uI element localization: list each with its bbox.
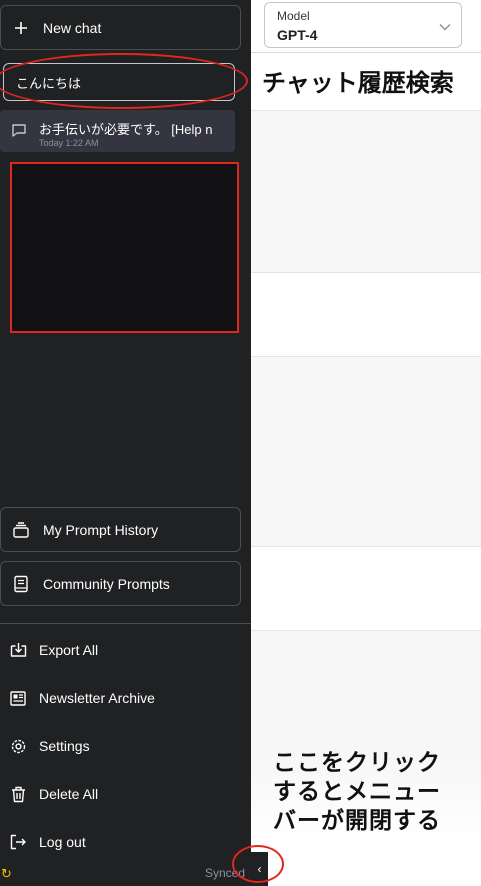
annotation-line: ここをクリック — [273, 749, 441, 775]
annotation-line: バーが開閉する — [273, 807, 441, 833]
conversation-title: お手伝いが必要です。 [Help n — [39, 122, 213, 137]
plus-icon — [11, 18, 31, 38]
community-prompts-button[interactable]: Community Prompts — [0, 561, 241, 606]
model-value: GPT-4 — [277, 27, 318, 43]
annotation-box — [10, 162, 239, 333]
content-band — [251, 356, 481, 547]
content-band — [251, 630, 481, 759]
logout-icon — [9, 833, 27, 851]
new-chat-button[interactable]: New chat — [0, 5, 241, 50]
menu-item-settings[interactable]: Settings — [0, 729, 251, 763]
community-prompts-label: Community Prompts — [43, 575, 170, 592]
menu-item-label: Newsletter Archive — [39, 690, 155, 706]
sidebar: New chat お手伝いが必要です。 [Help n Today 1:22 A… — [0, 0, 251, 886]
model-select[interactable]: Model GPT-4 — [264, 2, 462, 48]
prompt-history-button[interactable]: My Prompt History — [0, 507, 241, 552]
sidebar-divider — [0, 623, 251, 624]
menu-item-newsletter[interactable]: Newsletter Archive — [0, 681, 251, 715]
menu-item-label: Settings — [39, 738, 90, 754]
menu-item-logout[interactable]: Log out — [0, 825, 251, 859]
content-band — [251, 110, 481, 273]
menu-item-label: Log out — [39, 834, 86, 850]
conversation-item[interactable]: お手伝いが必要です。 [Help n Today 1:22 AM — [0, 110, 235, 152]
new-chat-label: New chat — [43, 19, 102, 36]
page-title: チャット履歴検索 — [262, 70, 454, 97]
annotation-circle-toggle — [232, 845, 284, 883]
menu-item-delete[interactable]: Delete All — [0, 777, 251, 811]
sync-refresh-icon[interactable]: ↻ — [1, 866, 12, 882]
chat-bubble-icon — [11, 123, 27, 143]
gear-icon — [9, 737, 27, 755]
conversation-time: Today 1:22 AM — [39, 138, 99, 148]
book-icon — [11, 574, 31, 594]
prompt-history-label: My Prompt History — [43, 521, 159, 538]
menu-item-export[interactable]: Export All — [0, 633, 251, 667]
annotation-text: ここをクリック するとメニュー バーが開閉する — [273, 748, 441, 835]
search-input[interactable] — [3, 63, 235, 101]
chevron-down-icon — [439, 18, 451, 36]
annotation-line: するとメニュー — [273, 778, 441, 804]
header-divider — [251, 52, 481, 53]
stack-icon — [11, 520, 31, 540]
main-panel: Model GPT-4 チャット履歴検索 ここをクリック するとメニュー バーが… — [251, 0, 481, 886]
export-icon — [9, 641, 27, 659]
model-label: Model — [277, 9, 310, 23]
newsletter-icon — [9, 689, 27, 707]
trash-icon — [9, 785, 27, 803]
menu-item-label: Export All — [39, 642, 99, 658]
menu-item-label: Delete All — [39, 786, 99, 802]
